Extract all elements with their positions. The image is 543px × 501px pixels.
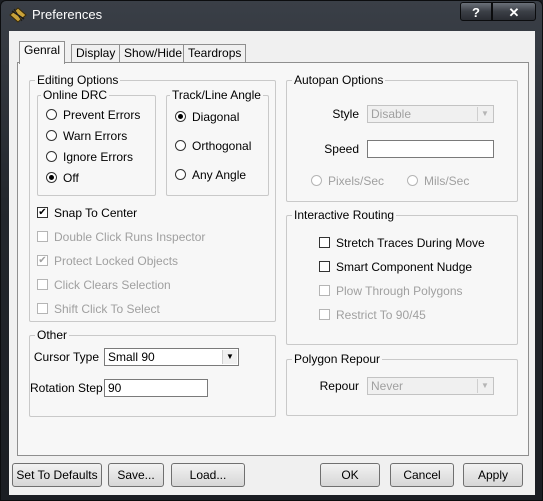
rotation-step-label: Rotation Step (30, 381, 103, 395)
checkbox-box[interactable] (319, 237, 330, 248)
style-value: Disable (371, 107, 412, 121)
online-drc-legend: Online DRC (41, 88, 110, 102)
checkbox-label: Double Click Runs Inspector (54, 230, 206, 244)
radio-label: Prevent Errors (63, 108, 141, 122)
checkbox-box[interactable]: ✔ (37, 207, 48, 218)
chevron-down-icon: ▼ (477, 379, 492, 393)
radio-selected-dot (49, 175, 54, 180)
autopan-legend: Autopan Options (292, 73, 386, 87)
checkbox-label: Restrict To 90/45 (336, 308, 426, 322)
other-group: Other Cursor Type Small 90 ▼ Rotation St… (29, 328, 276, 417)
cancel-button[interactable]: Cancel (390, 463, 454, 487)
radio-label: Off (63, 171, 79, 185)
checkbox-label: Plow Through Polygons (336, 284, 463, 298)
tab-teardrops[interactable]: Teardrops (183, 44, 247, 62)
window-title: Preferences (32, 7, 103, 22)
style-select: Disable ▼ (367, 105, 494, 123)
general-tab-panel: Editing Options Online DRC Prevent Error… (17, 62, 529, 456)
title-bar[interactable]: Preferences ? ✕ (1, 1, 542, 29)
radio-label: Orthogonal (192, 139, 252, 153)
checkbox-label: Snap To Center (54, 206, 138, 220)
cursor-type-value: Small 90 (108, 350, 155, 364)
tab-display[interactable]: Display (71, 44, 121, 62)
radio-label: Mils/Sec (424, 174, 470, 188)
chevron-down-icon: ▼ (477, 107, 492, 121)
polygon-repour-group: Polygon Repour Repour Never ▼ (286, 352, 518, 416)
style-label: Style (332, 107, 359, 121)
checkbox-label: Stretch Traces During Move (336, 236, 485, 250)
set-to-defaults-button[interactable]: Set To Defaults (12, 463, 102, 487)
rotation-step-input[interactable]: 90 (104, 379, 208, 397)
radio-label: Warn Errors (63, 129, 128, 143)
online-drc-group: Online DRC Prevent Errors Warn Errors Ig… (37, 88, 156, 196)
editing-options-legend: Editing Options (35, 73, 121, 87)
repour-value: Never (371, 379, 404, 393)
radio-circle[interactable] (46, 172, 57, 183)
radio-circle[interactable] (46, 151, 57, 162)
speed-label: Speed (324, 142, 359, 156)
close-button[interactable]: ✕ (492, 2, 536, 21)
repour-select: Never ▼ (367, 377, 494, 395)
apply-button[interactable]: Apply (463, 463, 523, 487)
radio-circle[interactable] (175, 169, 186, 180)
tab-general[interactable]: Genral (19, 41, 66, 64)
radio-label: Ignore Errors (63, 150, 134, 164)
autopan-options-group: Autopan Options Style Disable ▼ Speed Pi… (286, 73, 518, 202)
track-line-angle-group: Track/Line Angle Diagonal Orthogonal Any… (166, 88, 269, 196)
checkbox-box[interactable] (319, 261, 330, 272)
dialog-client: Genral Display Show/Hide Teardrops Editi… (9, 31, 535, 495)
polygon-repour-legend: Polygon Repour (292, 352, 383, 366)
radio-label: Any Angle (192, 168, 247, 182)
checkbox-label: Protect Locked Objects (54, 254, 179, 268)
track-angle-legend: Track/Line Angle (170, 88, 263, 102)
cursor-type-select[interactable]: Small 90 ▼ (104, 348, 239, 366)
interactive-routing-legend: Interactive Routing (292, 208, 397, 222)
interactive-routing-group: Interactive Routing Stretch Traces Durin… (286, 208, 518, 345)
radio-selected-dot (178, 114, 183, 119)
cursor-type-label: Cursor Type (33, 350, 99, 364)
other-legend: Other (35, 328, 70, 342)
checkbox-box (37, 231, 48, 242)
editing-options-group: Editing Options Online DRC Prevent Error… (29, 73, 276, 322)
radio-label: Pixels/Sec (328, 174, 385, 188)
radio-label: Diagonal (192, 110, 240, 124)
radio-circle[interactable] (175, 140, 186, 151)
checkbox-label: Click Clears Selection (54, 278, 171, 292)
load-button[interactable]: Load... (171, 463, 245, 487)
checkbox-label: Shift Click To Select (54, 302, 160, 316)
speed-input[interactable] (367, 140, 494, 158)
radio-circle (407, 175, 418, 186)
checkbox-box (319, 285, 330, 296)
radio-circle[interactable] (175, 111, 186, 122)
help-button[interactable]: ? (460, 2, 492, 21)
radio-circle[interactable] (46, 109, 57, 120)
radio-circle[interactable] (46, 130, 57, 141)
save-button[interactable]: Save... (108, 463, 164, 487)
checkbox-box: ✔ (37, 255, 48, 266)
pcb-app-icon (9, 7, 27, 23)
repour-label: Repour (319, 379, 359, 393)
checkbox-box (37, 303, 48, 314)
tab-show-hide[interactable]: Show/Hide (119, 44, 188, 62)
preferences-window: Preferences ? ✕ Genral Display Show/Hide… (0, 0, 543, 501)
checkbox-label: Smart Component Nudge (336, 260, 473, 274)
radio-circle (311, 175, 322, 186)
checkbox-box (37, 279, 48, 290)
checkbox-box (319, 309, 330, 320)
ok-button[interactable]: OK (320, 463, 380, 487)
chevron-down-icon[interactable]: ▼ (222, 350, 237, 364)
